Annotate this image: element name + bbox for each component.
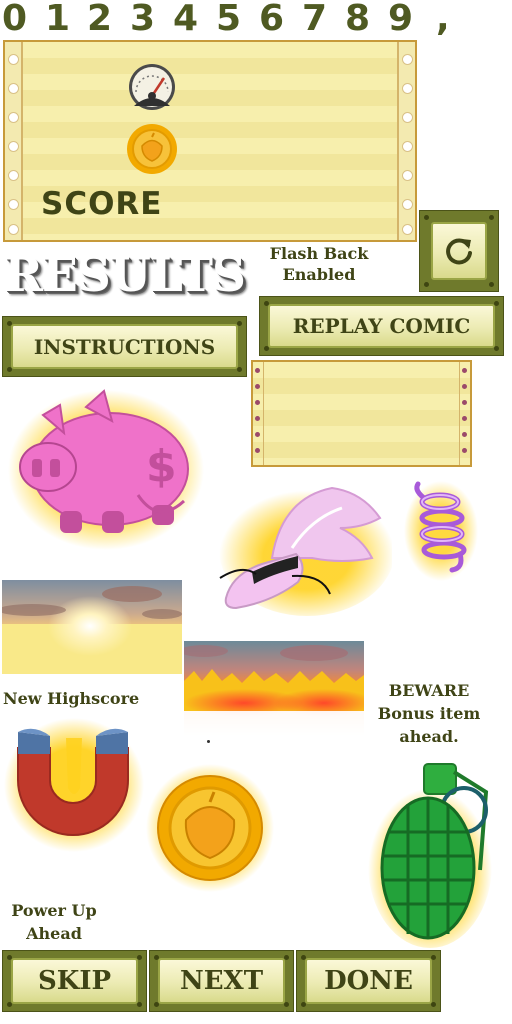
skip-label: SKIP xyxy=(37,966,112,996)
replay-comic-label: REPLAY COMIC xyxy=(292,314,471,338)
score-label: SCORE xyxy=(41,186,163,222)
skip-button[interactable]: SKIP xyxy=(2,950,147,1012)
piggy-bank-icon: $ xyxy=(8,389,204,550)
spring-icon xyxy=(404,481,478,581)
sunset-sky-image xyxy=(2,580,182,674)
done-label: DONE xyxy=(324,966,413,996)
glyph-8: 8 xyxy=(345,0,371,39)
next-label: NEXT xyxy=(179,966,264,996)
glyph-0: 0 xyxy=(2,0,28,39)
glyph-1: 1 xyxy=(45,0,71,39)
results-title: RESULTS xyxy=(4,248,246,303)
fire-sky-image xyxy=(184,641,364,737)
instructions-label: INSTRUCTIONS xyxy=(33,334,216,359)
stray-dot xyxy=(207,740,210,743)
small-striped-panel xyxy=(251,360,472,467)
acorn-coin-icon xyxy=(146,764,274,892)
svg-text:$: $ xyxy=(146,441,177,492)
speedometer-icon xyxy=(129,64,175,110)
glyph-6: 6 xyxy=(259,0,285,39)
glyph-2: 2 xyxy=(87,0,113,39)
flash-back-label: Flash Back Enabled xyxy=(269,244,369,284)
glyph-4: 4 xyxy=(173,0,199,39)
replay-button[interactable] xyxy=(419,210,499,292)
digit-font-strip: 0 1 2 3 4 5 6 7 8 9 , xyxy=(0,0,512,40)
circular-arrow-icon xyxy=(446,238,472,265)
replay-comic-button[interactable]: REPLAY COMIC xyxy=(259,296,504,356)
panel-rail-left xyxy=(5,42,23,240)
beware-label: BEWARE Bonus item ahead. xyxy=(377,681,481,746)
glyph-comma: , xyxy=(436,0,450,39)
instructions-button[interactable]: INSTRUCTIONS xyxy=(2,316,247,377)
glyph-9: 9 xyxy=(388,0,414,39)
done-button[interactable]: DONE xyxy=(296,950,441,1012)
glyph-7: 7 xyxy=(302,0,328,39)
magnet-icon xyxy=(4,718,144,852)
power-up-label: Power Up Ahead xyxy=(11,901,97,943)
winged-shoe-icon xyxy=(219,484,392,616)
acorn-coin-icon xyxy=(127,124,177,174)
glyph-5: 5 xyxy=(216,0,242,39)
new-highscore-label: New Highscore xyxy=(3,689,140,708)
panel-rail-right xyxy=(397,42,415,240)
glyph-3: 3 xyxy=(130,0,156,39)
next-button[interactable]: NEXT xyxy=(149,950,294,1012)
grenade-icon xyxy=(368,763,492,948)
